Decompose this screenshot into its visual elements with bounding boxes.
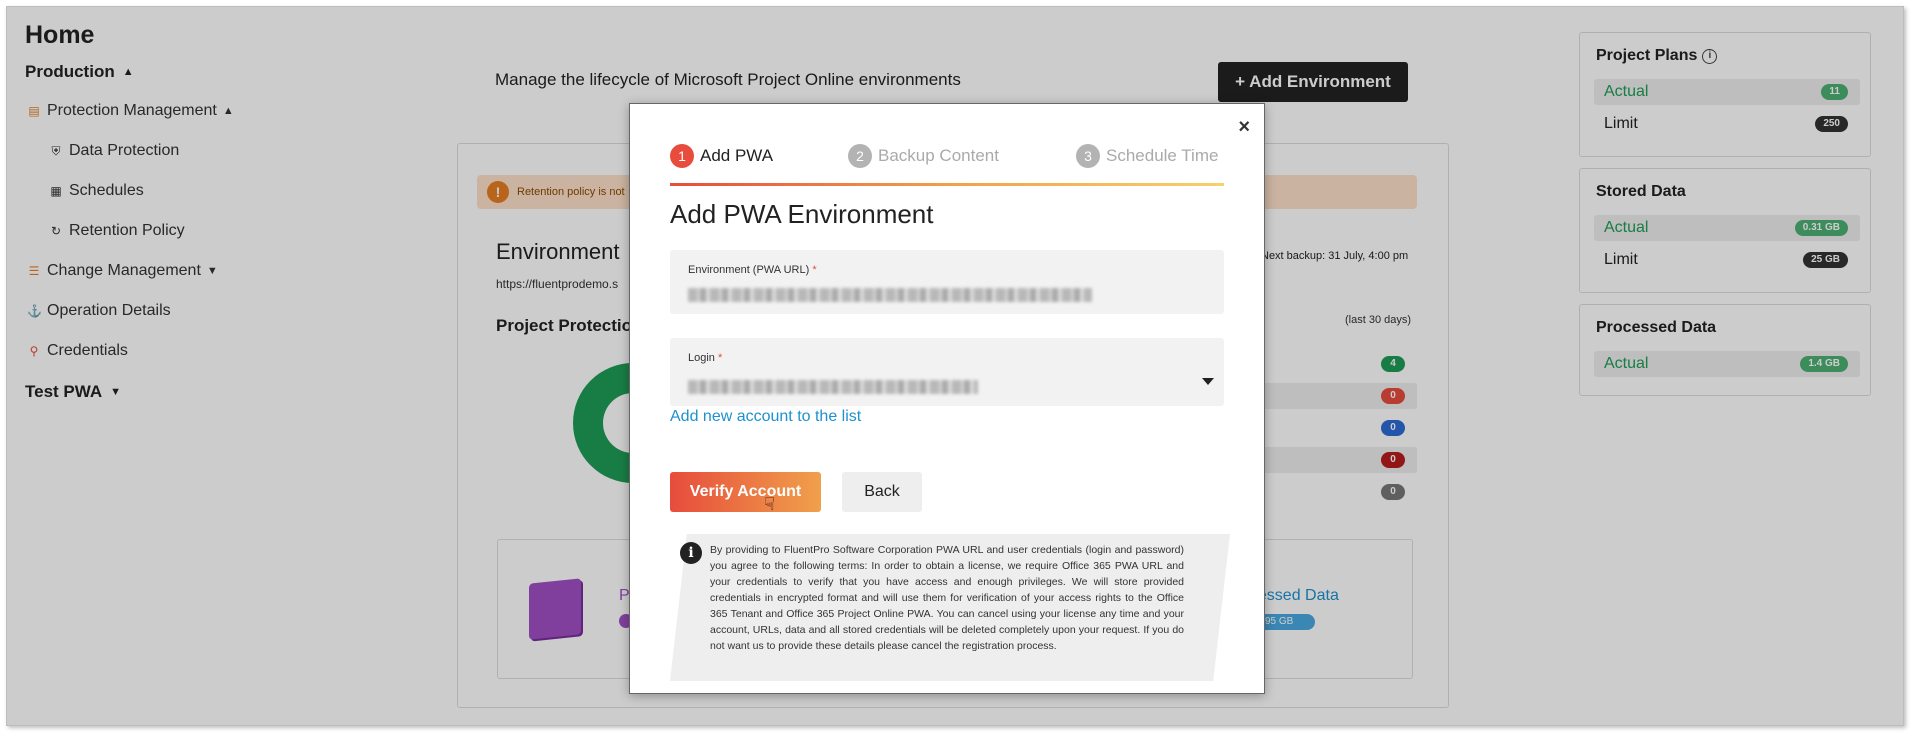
step-backup-content[interactable]: 2 Backup Content (848, 144, 999, 168)
login-value-redacted (688, 380, 978, 394)
disclaimer-text: By providing to FluentPro Software Corpo… (710, 544, 1184, 652)
environment-url-field[interactable]: Environment (PWA URL) * (670, 250, 1224, 314)
step-number: 2 (848, 144, 872, 168)
field-label-text: Login (688, 352, 715, 364)
modal-title: Add PWA Environment (670, 199, 934, 229)
dropdown-arrow-icon[interactable] (1202, 378, 1214, 385)
step-label: Schedule Time (1106, 146, 1219, 165)
login-select[interactable]: Login * (670, 338, 1224, 406)
close-icon[interactable]: × (1238, 116, 1250, 139)
step-add-pwa[interactable]: 1 Add PWA (670, 144, 773, 168)
step-number: 1 (670, 144, 694, 168)
step-progress-line (670, 183, 1224, 186)
step-schedule-time[interactable]: 3 Schedule Time (1076, 144, 1218, 168)
login-label: Login * (688, 352, 722, 364)
add-pwa-modal: × 1 Add PWA 2 Backup Content 3 Schedule … (629, 103, 1265, 694)
field-label-text: Environment (PWA URL) (688, 264, 810, 276)
home-page: Home Production ▲ ▤ Protection Managemen… (7, 7, 1903, 725)
step-label: Backup Content (878, 146, 999, 165)
step-label: Add PWA (700, 146, 774, 165)
required-mark: * (717, 352, 723, 364)
verify-account-button[interactable]: Verify Account (670, 472, 821, 512)
info-icon: i (680, 542, 702, 564)
step-number: 3 (1076, 144, 1100, 168)
environment-url-label: Environment (PWA URL) * (688, 264, 817, 276)
add-new-account-link[interactable]: Add new account to the list (670, 408, 861, 426)
required-mark: * (812, 264, 817, 276)
app-frame: Home Production ▲ ▤ Protection Managemen… (6, 6, 1904, 726)
environment-url-value-redacted (688, 288, 1092, 302)
back-button[interactable]: Back (842, 472, 922, 512)
hand-cursor-icon: ☟ (764, 494, 775, 514)
